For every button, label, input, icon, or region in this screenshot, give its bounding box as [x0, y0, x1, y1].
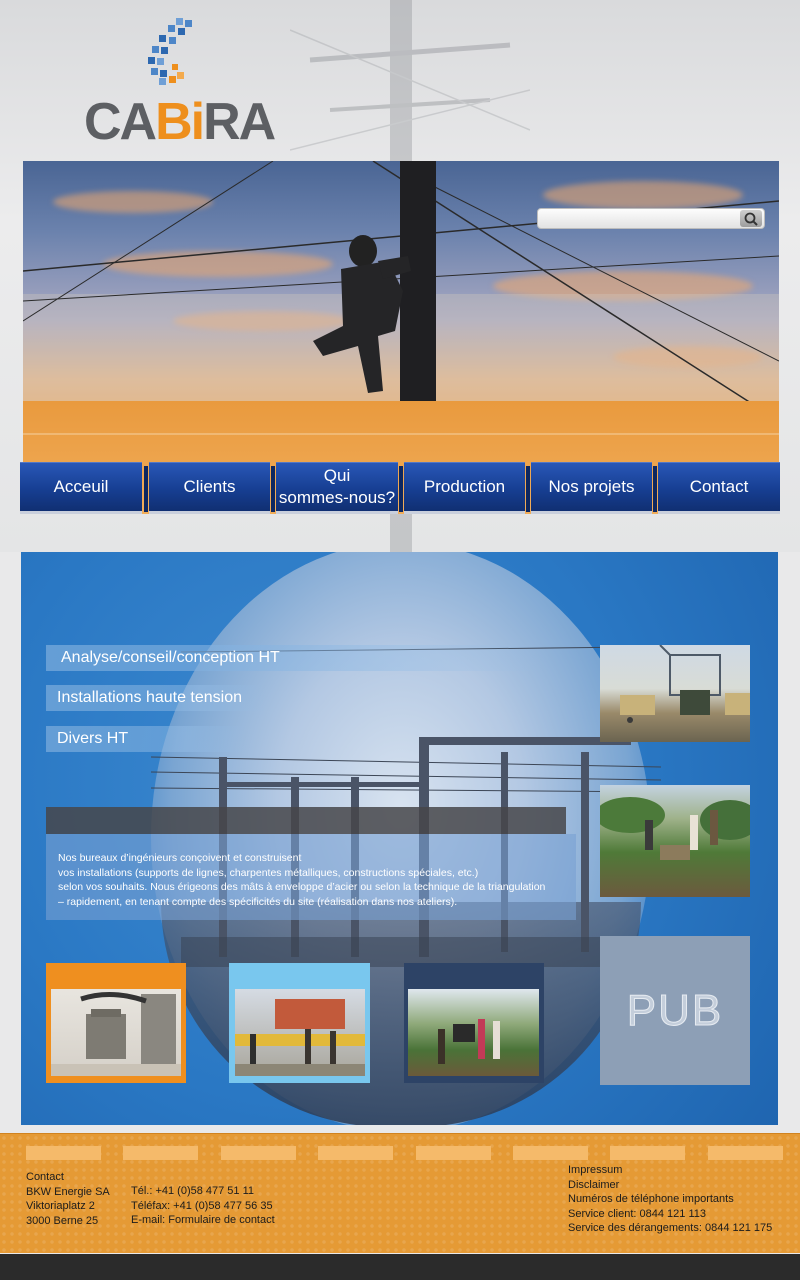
- footer-bar: [708, 1146, 783, 1160]
- description-text: Nos bureaux d’ingénieurs conçoivent et c…: [46, 834, 576, 920]
- thumbnail-installation[interactable]: [404, 963, 544, 1083]
- footer-bar: [610, 1146, 685, 1160]
- description-line: vos installations (supports de lignes, c…: [58, 866, 479, 879]
- main-content: Analyse/conseil/conception HT Installati…: [21, 552, 778, 1125]
- nav-label: Nos projets: [548, 476, 635, 496]
- nav-separator: [271, 466, 275, 512]
- footer-contact-heading[interactable]: Contact: [26, 1170, 110, 1185]
- nav-label: Clients: [183, 476, 236, 496]
- nav-item-production[interactable]: Production: [404, 462, 525, 514]
- search-icon: [744, 212, 758, 226]
- footer-bar: [416, 1146, 491, 1160]
- nav-item-acceuil[interactable]: Acceuil: [20, 462, 142, 514]
- description-line: selon vos souhaits. Nous érigeons des mâ…: [58, 881, 546, 893]
- footer-street: Viktoriaplatz 2: [26, 1200, 95, 1212]
- footer-link-disclaimer[interactable]: Disclaimer: [568, 1178, 772, 1193]
- nav-item-nos-projets[interactable]: Nos projets: [531, 462, 652, 514]
- footer-phone: Tél.: +41 (0)58 477 51 11: [131, 1185, 255, 1197]
- service-label: Divers HT: [57, 730, 129, 747]
- nav-label: Contact: [689, 476, 749, 496]
- thumbnail-transformer[interactable]: [46, 963, 186, 1083]
- workers-photo-image: [600, 797, 750, 860]
- service-label: Installations haute tension: [57, 689, 243, 706]
- advertisement-placeholder[interactable]: PUB: [600, 936, 750, 1085]
- nav-item-contact[interactable]: Contact: [658, 462, 780, 514]
- footer-bar: [318, 1146, 393, 1160]
- nav-separator: [144, 466, 148, 512]
- footer-link-impressum[interactable]: Impressum: [568, 1163, 772, 1178]
- search-input[interactable]: [542, 211, 732, 226]
- nav-label: Production: [423, 476, 506, 496]
- nav-separator: [526, 466, 530, 512]
- nav-separator: [653, 466, 657, 512]
- description-line: Nos bureaux d’ingénieurs conçoivent et c…: [58, 852, 302, 864]
- substation-photo[interactable]: [600, 645, 750, 742]
- footer-fault-service: Service des dérangements: 0844 121 175: [568, 1222, 773, 1234]
- footer-bar: [26, 1146, 101, 1160]
- footer-fax: Téléfax: +41 (0)58 477 56 35: [131, 1199, 273, 1212]
- footer-city: 3000 Berne 25: [26, 1214, 99, 1227]
- nav-item-qui-sommes-nous[interactable]: Qui sommes-nous?: [276, 462, 398, 514]
- main-navigation: Acceuil Clients Qui sommes-nous? Product…: [20, 462, 780, 514]
- footer-bar: [221, 1146, 296, 1160]
- nav-item-clients[interactable]: Clients: [149, 462, 270, 514]
- footer-email-link[interactable]: E-mail: Formulaire de contact: [131, 1213, 275, 1228]
- footer-bar: [123, 1146, 198, 1160]
- footer-company: BKW Energie SA: [26, 1185, 110, 1198]
- bottom-bar: [0, 1254, 800, 1280]
- thumbnail-workshop[interactable]: [229, 963, 370, 1083]
- transformer-image: [51, 991, 181, 1076]
- footer-contact-address: Contact BKW Energie SA Viktoriaplatz 2 3…: [26, 1170, 110, 1228]
- installation-photo: [408, 989, 539, 1076]
- transformer-photo: [51, 989, 181, 1076]
- footer-phones: Tél.: +41 (0)58 477 51 11 Téléfax: +41 (…: [131, 1184, 275, 1228]
- description-line: – rapidement, en tenant compte des spéci…: [58, 895, 458, 908]
- nav-label: Qui sommes-nous?: [278, 466, 396, 507]
- nav-separator: [399, 466, 403, 512]
- service-divers-ht[interactable]: Divers HT: [46, 726, 246, 752]
- substation-photo-image: [620, 645, 750, 723]
- search-button[interactable]: [740, 210, 762, 227]
- workshop-photo: [235, 989, 365, 1076]
- service-installations-ht[interactable]: Installations haute tension: [46, 685, 266, 711]
- site-header: CABiRA Acceuil Clients Qui sommes-nous? …: [0, 0, 800, 552]
- footer-links: Impressum Disclaimer Numéros de téléphon…: [568, 1163, 772, 1236]
- description-header-bar: [46, 807, 566, 834]
- site-footer: Contact BKW Energie SA Viktoriaplatz 2 3…: [0, 1133, 800, 1253]
- footer-link-important-numbers[interactable]: Numéros de téléphone importants: [568, 1192, 772, 1207]
- nav-label: Acceuil: [53, 476, 109, 496]
- service-analyse-conseil[interactable]: Analyse/conseil/conception HT: [46, 645, 546, 671]
- service-label: Analyse/conseil/conception HT: [61, 649, 280, 666]
- footer-customer-service: Service client: 0844 121 113: [568, 1207, 706, 1220]
- installation-image: [438, 1019, 500, 1064]
- workers-photo[interactable]: [600, 785, 750, 897]
- search-box: [537, 208, 765, 229]
- footer-bar: [513, 1146, 588, 1160]
- pub-label: PUB: [626, 985, 724, 1035]
- workshop-image: [235, 999, 365, 1076]
- cabira-wordmark: CABiRA: [84, 93, 276, 151]
